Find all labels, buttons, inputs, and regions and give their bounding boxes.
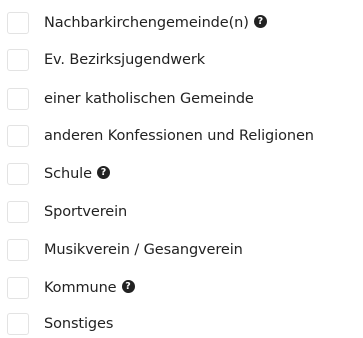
checkbox-andere-konfessionen[interactable] <box>7 125 29 147</box>
checkbox-katholische-gemeinde[interactable] <box>7 88 29 110</box>
option-label-text: Nachbarkirchengemeinde(n) <box>44 15 249 31</box>
option-label-katholische-gemeinde[interactable]: einer katholischen Gemeinde <box>44 88 254 110</box>
option-label-bezirksjugendwerk[interactable]: Ev. Bezirksjugendwerk <box>44 49 205 71</box>
option-label-musikverein[interactable]: Musikverein / Gesangverein <box>44 239 243 261</box>
question-circle-icon[interactable]: ? <box>121 280 135 293</box>
option-label-schule[interactable]: Schule? <box>44 163 110 185</box>
option-label-text: Schule <box>44 166 92 182</box>
option-label-text: Kommune <box>44 280 117 296</box>
checkbox-sportverein[interactable] <box>7 201 29 223</box>
option-label-sportverein[interactable]: Sportverein <box>44 201 127 223</box>
checkbox-bezirksjugendwerk[interactable] <box>7 49 29 71</box>
option-label-nachbarkirchengemeinden[interactable]: Nachbarkirchengemeinde(n)? <box>44 12 267 34</box>
checkbox-nachbarkirchengemeinden[interactable] <box>7 12 29 34</box>
checkbox-musikverein[interactable] <box>7 239 29 261</box>
checkbox-kommune[interactable] <box>7 277 29 299</box>
question-circle-icon[interactable]: ? <box>96 166 110 179</box>
checkbox-sonstiges[interactable] <box>7 313 29 335</box>
option-label-kommune[interactable]: Kommune? <box>44 277 135 299</box>
option-label-andere-konfessionen[interactable]: anderen Konfessionen und Religionen <box>44 125 314 147</box>
option-label-sonstiges[interactable]: Sonstiges <box>44 313 113 335</box>
checkbox-schule[interactable] <box>7 163 29 185</box>
question-circle-icon[interactable]: ? <box>253 15 267 28</box>
